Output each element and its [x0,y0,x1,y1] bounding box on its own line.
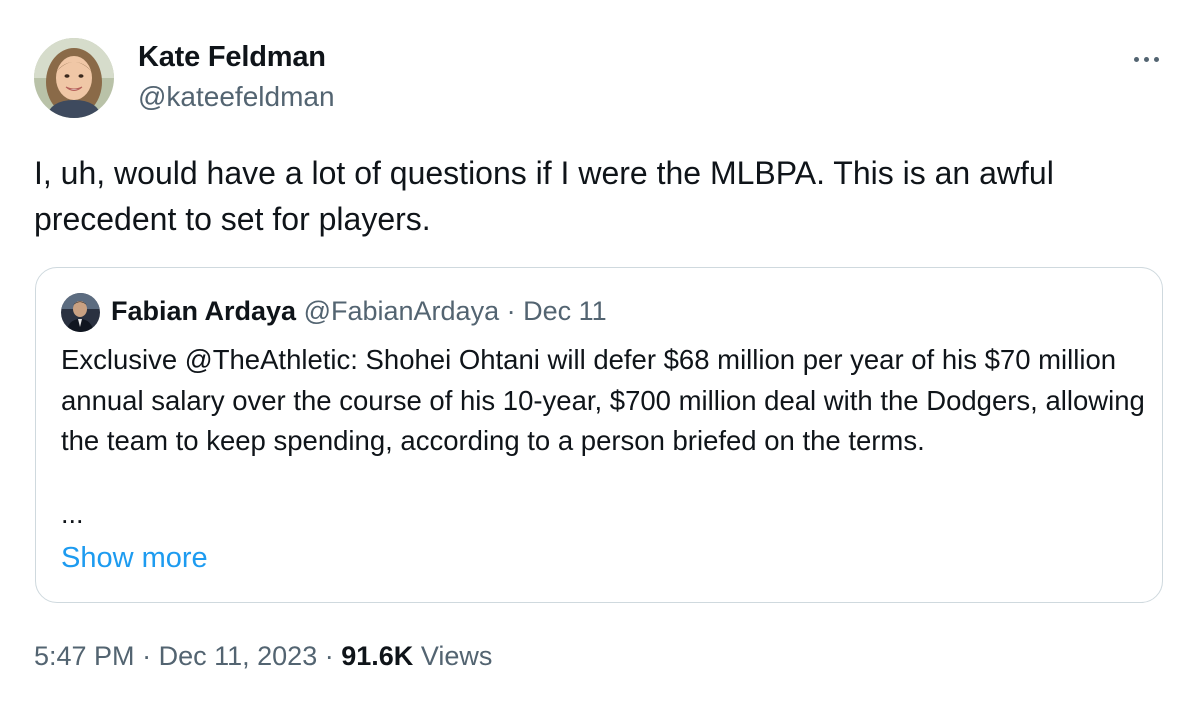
quoted-tweet-text: Exclusive @TheAthletic: Shohei Ohtani wi… [61,344,1145,456]
person-photo-icon [34,38,114,118]
quoted-tweet-header: Fabian Ardaya @FabianArdaya · Dec 11 [111,296,607,327]
tweet-date[interactable]: Dec 11, 2023 [159,641,318,671]
quoted-author-handle[interactable]: @FabianArdaya [304,296,500,326]
author-handle[interactable]: @kateefeldman [138,81,335,113]
quoted-tweet[interactable]: Fabian Ardaya @FabianArdaya · Dec 11 Exc… [35,267,1163,603]
quoted-author-avatar[interactable] [61,293,100,332]
separator-dot: · [142,641,152,671]
author-avatar[interactable] [34,38,114,118]
quoted-author-name[interactable]: Fabian Ardaya [111,296,296,326]
tweet: Kate Feldman @kateefeldman I, uh, would … [0,0,1196,708]
tweet-text: I, uh, would have a lot of questions if … [34,155,1054,237]
author-name[interactable]: Kate Feldman [138,41,326,74]
views-count: 91.6K [341,641,414,671]
quoted-tweet-date[interactable]: Dec 11 [523,296,607,326]
separator-dot: · [506,296,516,326]
more-options-button[interactable] [1124,42,1168,76]
tweet-meta: 5:47 PM · Dec 11, 2023 · 91.6K Views [34,641,492,672]
show-more-link[interactable]: Show more [61,542,208,575]
separator-dot: · [324,641,334,671]
tweet-time[interactable]: 5:47 PM [34,641,135,671]
truncation-ellipsis: ... [61,499,84,529]
views-label: Views [420,641,493,671]
person-photo-icon [61,293,100,332]
more-dots-icon [1133,56,1139,62]
